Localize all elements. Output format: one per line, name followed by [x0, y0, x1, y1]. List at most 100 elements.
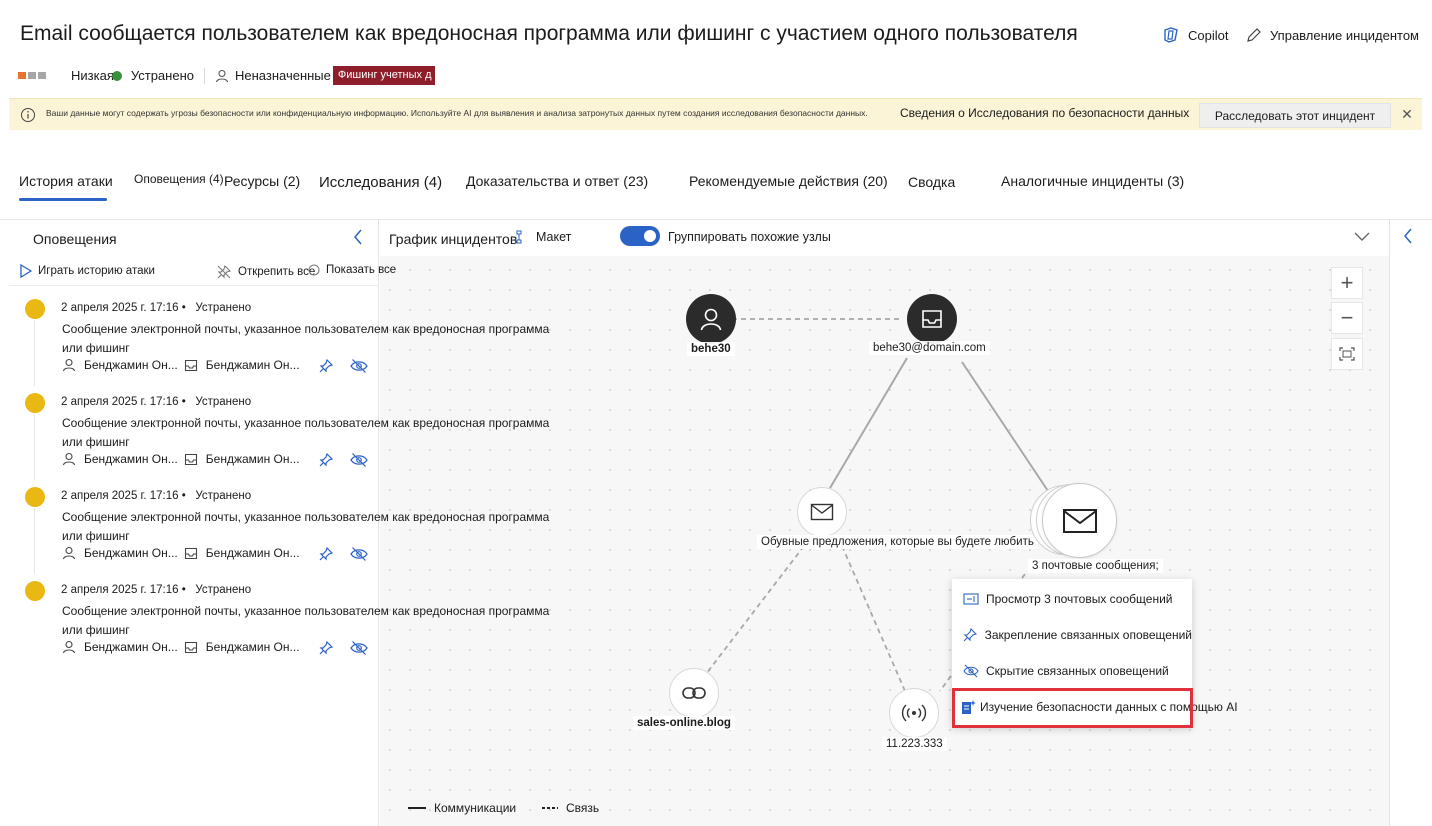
person-icon	[62, 640, 76, 654]
active-tab-indicator	[19, 198, 107, 201]
view-emails-menu-item[interactable]: Просмотр 3 почтовых сообщений	[952, 581, 1192, 617]
fit-screen-icon	[1339, 347, 1355, 361]
alert-user[interactable]: Бенджамин Он...	[84, 358, 178, 372]
alert-list-item[interactable]: 2 апреля 2025 г. 17:16 • Устранено Сообщ…	[0, 574, 549, 668]
tab-similar-incidents[interactable]: Аналогичные инциденты (3)	[1001, 173, 1184, 189]
email-node[interactable]	[797, 487, 847, 537]
alert-description[interactable]: Сообщение электронной почты, указанное п…	[62, 602, 562, 640]
zoom-in-button[interactable]: +	[1331, 267, 1363, 299]
alert-mailbox[interactable]: Бенджамин Он...	[206, 640, 300, 654]
chevron-left-icon[interactable]	[352, 228, 364, 251]
person-icon	[62, 452, 76, 466]
play-attack-story-button[interactable]: Играть историю атаки	[20, 264, 155, 278]
severity-icon	[18, 72, 46, 79]
inbox-icon	[184, 359, 197, 371]
tab-alerts[interactable]: Оповещения (4)	[134, 172, 224, 186]
alert-user[interactable]: Бенджамин Он...	[84, 546, 178, 560]
pin-icon[interactable]	[318, 452, 334, 468]
page-title: Email сообщается пользователем как вредо…	[20, 22, 1078, 45]
ip-node[interactable]	[889, 688, 939, 738]
alert-mailbox[interactable]: Бенджамин Он...	[206, 358, 300, 372]
broadcast-icon	[901, 704, 927, 722]
alert-date: 2 апреля 2025 г. 17:16 • Устранено	[61, 396, 252, 408]
link-icon	[682, 687, 706, 699]
view-list-icon	[960, 593, 982, 605]
inbox-icon	[184, 641, 197, 653]
alert-user[interactable]: Бенджамин Он...	[84, 640, 178, 654]
investigate-incident-button[interactable]: Расследовать этот инцидент	[1199, 103, 1391, 128]
hide-alerts-menu-item[interactable]: Скрытие связанных оповещений	[952, 653, 1192, 689]
hide-icon[interactable]	[350, 546, 368, 562]
inbox-icon	[184, 547, 197, 559]
group-similar-toggle[interactable]	[620, 226, 660, 246]
dashed-line-icon	[542, 807, 558, 809]
alert-date: 2 апреля 2025 г. 17:16 • Устранено	[61, 302, 252, 314]
pin-alerts-menu-item[interactable]: Закрепление связанных оповещений	[952, 617, 1192, 653]
tab-summary[interactable]: Сводка	[908, 174, 955, 190]
pin-icon[interactable]	[318, 358, 334, 374]
email-group-label: 3 почтовые сообщения;	[1028, 559, 1163, 573]
email-group-node[interactable]	[1042, 483, 1117, 558]
pin-icon[interactable]	[318, 640, 334, 656]
alert-status: Устранено	[195, 490, 252, 502]
mail-icon	[1062, 508, 1097, 533]
zoom-out-button[interactable]: −	[1331, 302, 1363, 334]
copilot-button[interactable]: Copilot	[1162, 27, 1228, 43]
incident-tag[interactable]: Фишинг учетных д	[332, 66, 435, 85]
hide-icon[interactable]	[350, 358, 368, 374]
mailbox-node[interactable]	[907, 294, 957, 344]
ip-node-label: 11.223.333	[882, 737, 947, 751]
user-node[interactable]	[686, 294, 736, 344]
alert-list-item[interactable]: 2 апреля 2025 г. 17:16 • Устранено Сообщ…	[0, 292, 549, 386]
layout-label: Макет	[536, 230, 572, 244]
alert-status: Устранено	[195, 302, 252, 314]
alert-entities: Бенджамин Он... Бенджамин Он...	[62, 640, 300, 654]
tab-investigations[interactable]: Исследования (4)	[319, 174, 442, 191]
alert-description[interactable]: Сообщение электронной почты, указанное п…	[62, 414, 562, 452]
tab-recommended-actions[interactable]: Рекомендуемые действия (20)	[689, 173, 888, 189]
alert-mailbox[interactable]: Бенджамин Он...	[206, 546, 300, 560]
show-all-button[interactable]: Показать все	[308, 264, 396, 276]
hide-icon[interactable]	[350, 452, 368, 468]
pin-icon[interactable]	[318, 546, 334, 562]
close-icon[interactable]: ✕	[1399, 106, 1415, 122]
manage-incident-label: Управление инцидентом	[1270, 27, 1419, 43]
right-side-panel	[1389, 220, 1432, 826]
inbox-icon	[184, 453, 197, 465]
alert-date: 2 апреля 2025 г. 17:16 • Устранено	[61, 490, 252, 502]
alert-list-item[interactable]: 2 апреля 2025 г. 17:16 • Устранено Сообщ…	[0, 480, 549, 574]
banner-link[interactable]: Сведения о Исследования по безопасности …	[900, 106, 1189, 120]
copilot-label: Copilot	[1188, 27, 1229, 43]
alert-user[interactable]: Бенджамин Он...	[84, 452, 178, 466]
alert-date: 2 апреля 2025 г. 17:16 • Устранено	[61, 584, 252, 596]
tab-evidence[interactable]: Доказательства и ответ (23)	[466, 173, 648, 189]
graph-title: График инцидентов	[389, 231, 518, 247]
alert-description[interactable]: Сообщение электронной почты, указанное п…	[62, 508, 562, 546]
severity-dot-icon	[25, 581, 45, 601]
user-node-label: behe30	[687, 342, 735, 356]
layout-button[interactable]: Макет	[516, 230, 571, 244]
severity-dot-icon	[25, 487, 45, 507]
user-icon	[700, 308, 722, 331]
legend-dashed: Связь	[542, 801, 599, 815]
tab-assets[interactable]: Ресурсы (2)	[224, 173, 300, 189]
tab-attack-story[interactable]: История атаки	[19, 173, 113, 189]
alert-list-item[interactable]: 2 апреля 2025 г. 17:16 • Устранено Сообщ…	[0, 386, 549, 480]
hide-icon[interactable]	[350, 640, 368, 656]
assignee-label[interactable]: Неназначенные	[235, 68, 331, 83]
mail-icon	[810, 503, 834, 521]
url-node[interactable]	[669, 668, 719, 718]
mailbox-node-label: behe30@domain.com	[869, 341, 990, 355]
alert-description[interactable]: Сообщение электронной почты, указанное п…	[62, 320, 562, 358]
status-label: Устранено	[130, 68, 194, 83]
fit-screen-button[interactable]	[1331, 338, 1363, 370]
highlight-box	[952, 688, 1193, 728]
chevron-down-icon[interactable]	[1352, 226, 1372, 246]
alert-entities: Бенджамин Он... Бенджамин Он...	[62, 452, 300, 466]
unpin-icon	[217, 264, 232, 279]
chevron-left-icon[interactable]	[1402, 227, 1414, 250]
alert-mailbox[interactable]: Бенджамин Он...	[206, 452, 300, 466]
inbox-icon	[922, 310, 942, 328]
unpin-all-button[interactable]: Открепить все	[216, 264, 315, 280]
manage-incident-button[interactable]: Управление инцидентом	[1246, 27, 1419, 43]
